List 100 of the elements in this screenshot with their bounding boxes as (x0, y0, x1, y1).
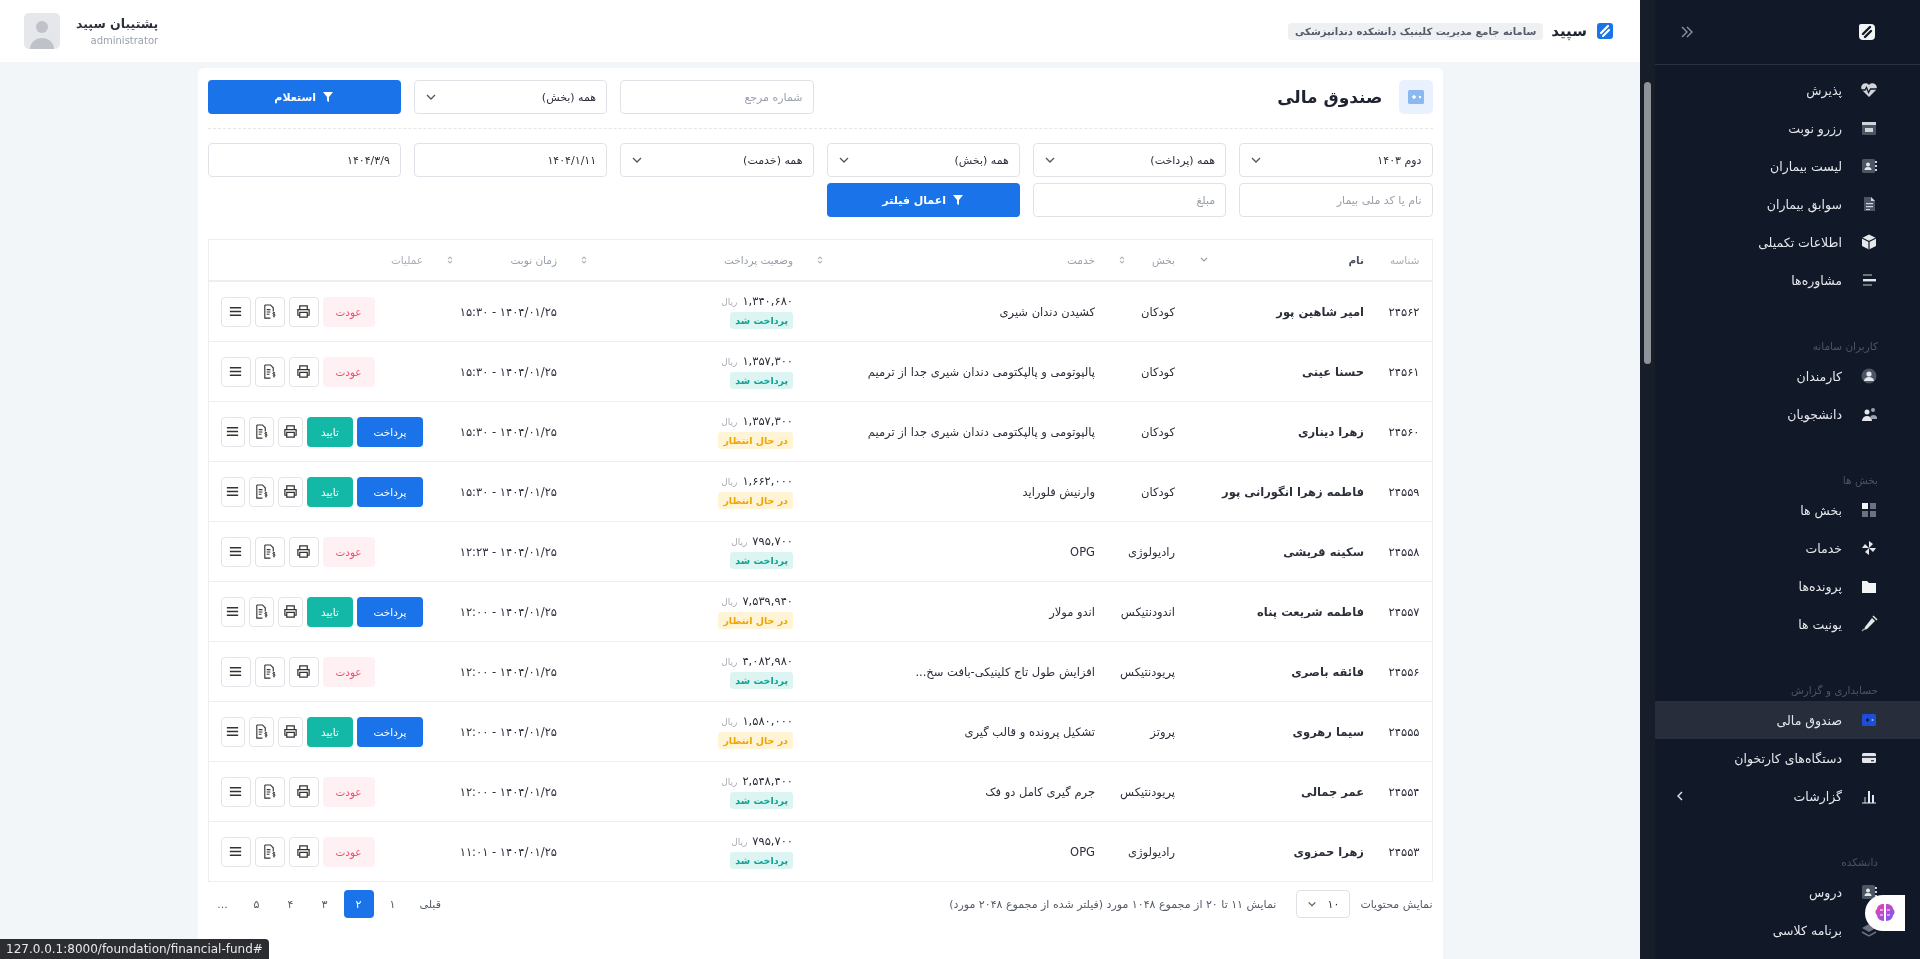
appointment-time: ۱۴۰۴/۰۱/۲۵ - ۱۵:۳۰ (435, 341, 569, 402)
print-icon (296, 364, 311, 379)
print-icon (283, 604, 299, 619)
sidebar-item[interactable]: صندوق مالی (1655, 701, 1920, 739)
invoice-button[interactable] (249, 596, 275, 627)
sidebar-item[interactable]: مشاوره‌ها (1655, 261, 1920, 299)
page-link[interactable]: قبلی (411, 890, 449, 918)
select-field[interactable]: همه (خدمت) (620, 143, 814, 177)
select-field[interactable]: همه (بخش) (826, 143, 1020, 177)
page-link[interactable]: ۱ (377, 890, 408, 918)
print-button[interactable] (288, 536, 319, 567)
invoice-button[interactable] (254, 356, 285, 387)
status-badge: پرداخت شد (730, 852, 793, 869)
page-link[interactable]: ۵ (241, 890, 272, 918)
service-cell: کشیدن دندان شیری (805, 281, 1107, 342)
invoice-icon (262, 664, 277, 679)
appointment-time: ۱۴۰۴/۰۱/۲۵ - ۱۵:۳۰ (435, 281, 569, 342)
sort-icon (581, 255, 587, 265)
date-field[interactable]: ۱۴۰۴/۱/۱۱ (413, 143, 608, 177)
print-button[interactable] (288, 836, 319, 867)
select-field[interactable]: دوم ۱۴۰۳ (1239, 143, 1433, 177)
sidebar-item[interactable]: لیست بیماران (1655, 147, 1920, 185)
menu-button[interactable] (220, 776, 251, 807)
print-button[interactable] (278, 716, 303, 747)
sidebar-item[interactable]: یونیت ها (1655, 605, 1920, 643)
page-link[interactable]: ۲ (343, 890, 374, 918)
sidebar-item[interactable]: بخش ها (1655, 491, 1920, 529)
print-button[interactable] (278, 596, 303, 627)
invoice-button[interactable] (254, 656, 285, 687)
sidebar-item[interactable]: پذیرش (1655, 71, 1920, 109)
page-link[interactable]: ... (207, 890, 238, 918)
section-heading: بخش ها (1841, 473, 1879, 489)
menu-button[interactable] (220, 596, 246, 627)
print-button[interactable] (288, 296, 319, 327)
filter-button[interactable]: اعمال فیلتر (826, 183, 1020, 217)
print-button[interactable] (288, 776, 319, 807)
sidebar-item[interactable]: سوابق بیماران (1655, 185, 1920, 223)
scrollbar[interactable] (1640, 0, 1655, 959)
invoice-button[interactable] (254, 836, 285, 867)
calendar-icon (1860, 119, 1878, 137)
invoice-icon (254, 484, 270, 499)
pay-button[interactable]: پرداخت (357, 476, 423, 507)
patient-name: عمر جمالی (1187, 761, 1376, 822)
page-size-label: نمایش محتویات (1360, 897, 1433, 911)
menu-button[interactable] (220, 416, 246, 447)
sidebar-item[interactable]: دروس (1655, 873, 1920, 911)
sidebar-item[interactable]: رزرو نوبت (1655, 109, 1920, 147)
pay-button[interactable]: پرداخت (357, 416, 423, 447)
appointment-time: ۱۴۰۴/۰۱/۲۵ - ۱۲:۰۰ (435, 581, 569, 642)
menu-icon (228, 784, 243, 799)
print-button[interactable] (288, 356, 319, 387)
cash-box-icon (1398, 80, 1433, 114)
invoice-button[interactable] (254, 776, 285, 807)
sidebar-item[interactable]: گزارشات (1655, 777, 1920, 815)
brand-name: سپید (1551, 22, 1587, 40)
page-size-select[interactable]: ۱۰ (1296, 890, 1351, 918)
print-button[interactable] (278, 416, 303, 447)
date-field[interactable]: ۱۴۰۴/۳/۹ (207, 143, 401, 177)
print-icon (296, 844, 311, 859)
invoice-icon (262, 844, 277, 859)
collapse-icon[interactable] (1680, 25, 1694, 39)
sidebar-item[interactable]: اطلاعات تکمیلی (1655, 223, 1920, 261)
sidebar-item[interactable]: خدمات (1655, 529, 1920, 567)
sidebar-item[interactable]: پرونده‌ها (1655, 567, 1920, 605)
pay-button[interactable]: پرداخت (357, 596, 423, 627)
menu-button[interactable] (220, 536, 251, 567)
sidebar-item[interactable]: دانشجویان (1655, 395, 1920, 433)
menu-button[interactable] (220, 716, 246, 747)
patient-name: فاطمه زهرا انگورانی پور (1187, 461, 1376, 522)
menu-button[interactable] (220, 836, 251, 867)
sidebar-item[interactable]: دستگاه‌های کارتخوان (1655, 739, 1920, 777)
invoice-button[interactable] (249, 716, 275, 747)
menu-button[interactable] (220, 356, 251, 387)
sort-icon (1119, 255, 1125, 265)
print-button[interactable] (278, 476, 303, 507)
select-field[interactable]: همه (پرداخت) (1032, 143, 1227, 177)
sidebar-item[interactable]: کارمندان (1655, 357, 1920, 395)
menu-button[interactable] (220, 296, 251, 327)
menu-button[interactable] (220, 476, 246, 507)
assistant-button[interactable] (1865, 895, 1905, 931)
page-link[interactable]: ۴ (275, 890, 306, 918)
menu-button[interactable] (220, 656, 251, 687)
invoice-icon (254, 424, 270, 439)
id-cell: ۲۴۵۶۱ (1376, 341, 1432, 402)
department-cell: پریودنتیکس (1107, 761, 1187, 822)
menu-icon (225, 424, 241, 439)
select-field[interactable]: همه (بخش) (413, 80, 608, 114)
pay-button[interactable]: پرداخت (357, 716, 423, 747)
invoice-button[interactable] (254, 296, 285, 327)
sort-icon (817, 255, 823, 265)
invoice-button[interactable] (254, 536, 285, 567)
print-button[interactable] (288, 656, 319, 687)
page-link[interactable]: ۳ (309, 890, 340, 918)
menu-icon (228, 664, 243, 679)
invoice-button[interactable] (249, 416, 275, 447)
inquiry-button[interactable]: استعلام (207, 80, 401, 114)
section-heading: دانشکده (1840, 855, 1879, 870)
invoice-button[interactable] (249, 476, 275, 507)
status-url: 127.0.0.1:8000/foundation/financial-fund# (0, 939, 269, 959)
column-header[interactable]: نام (1187, 239, 1376, 281)
